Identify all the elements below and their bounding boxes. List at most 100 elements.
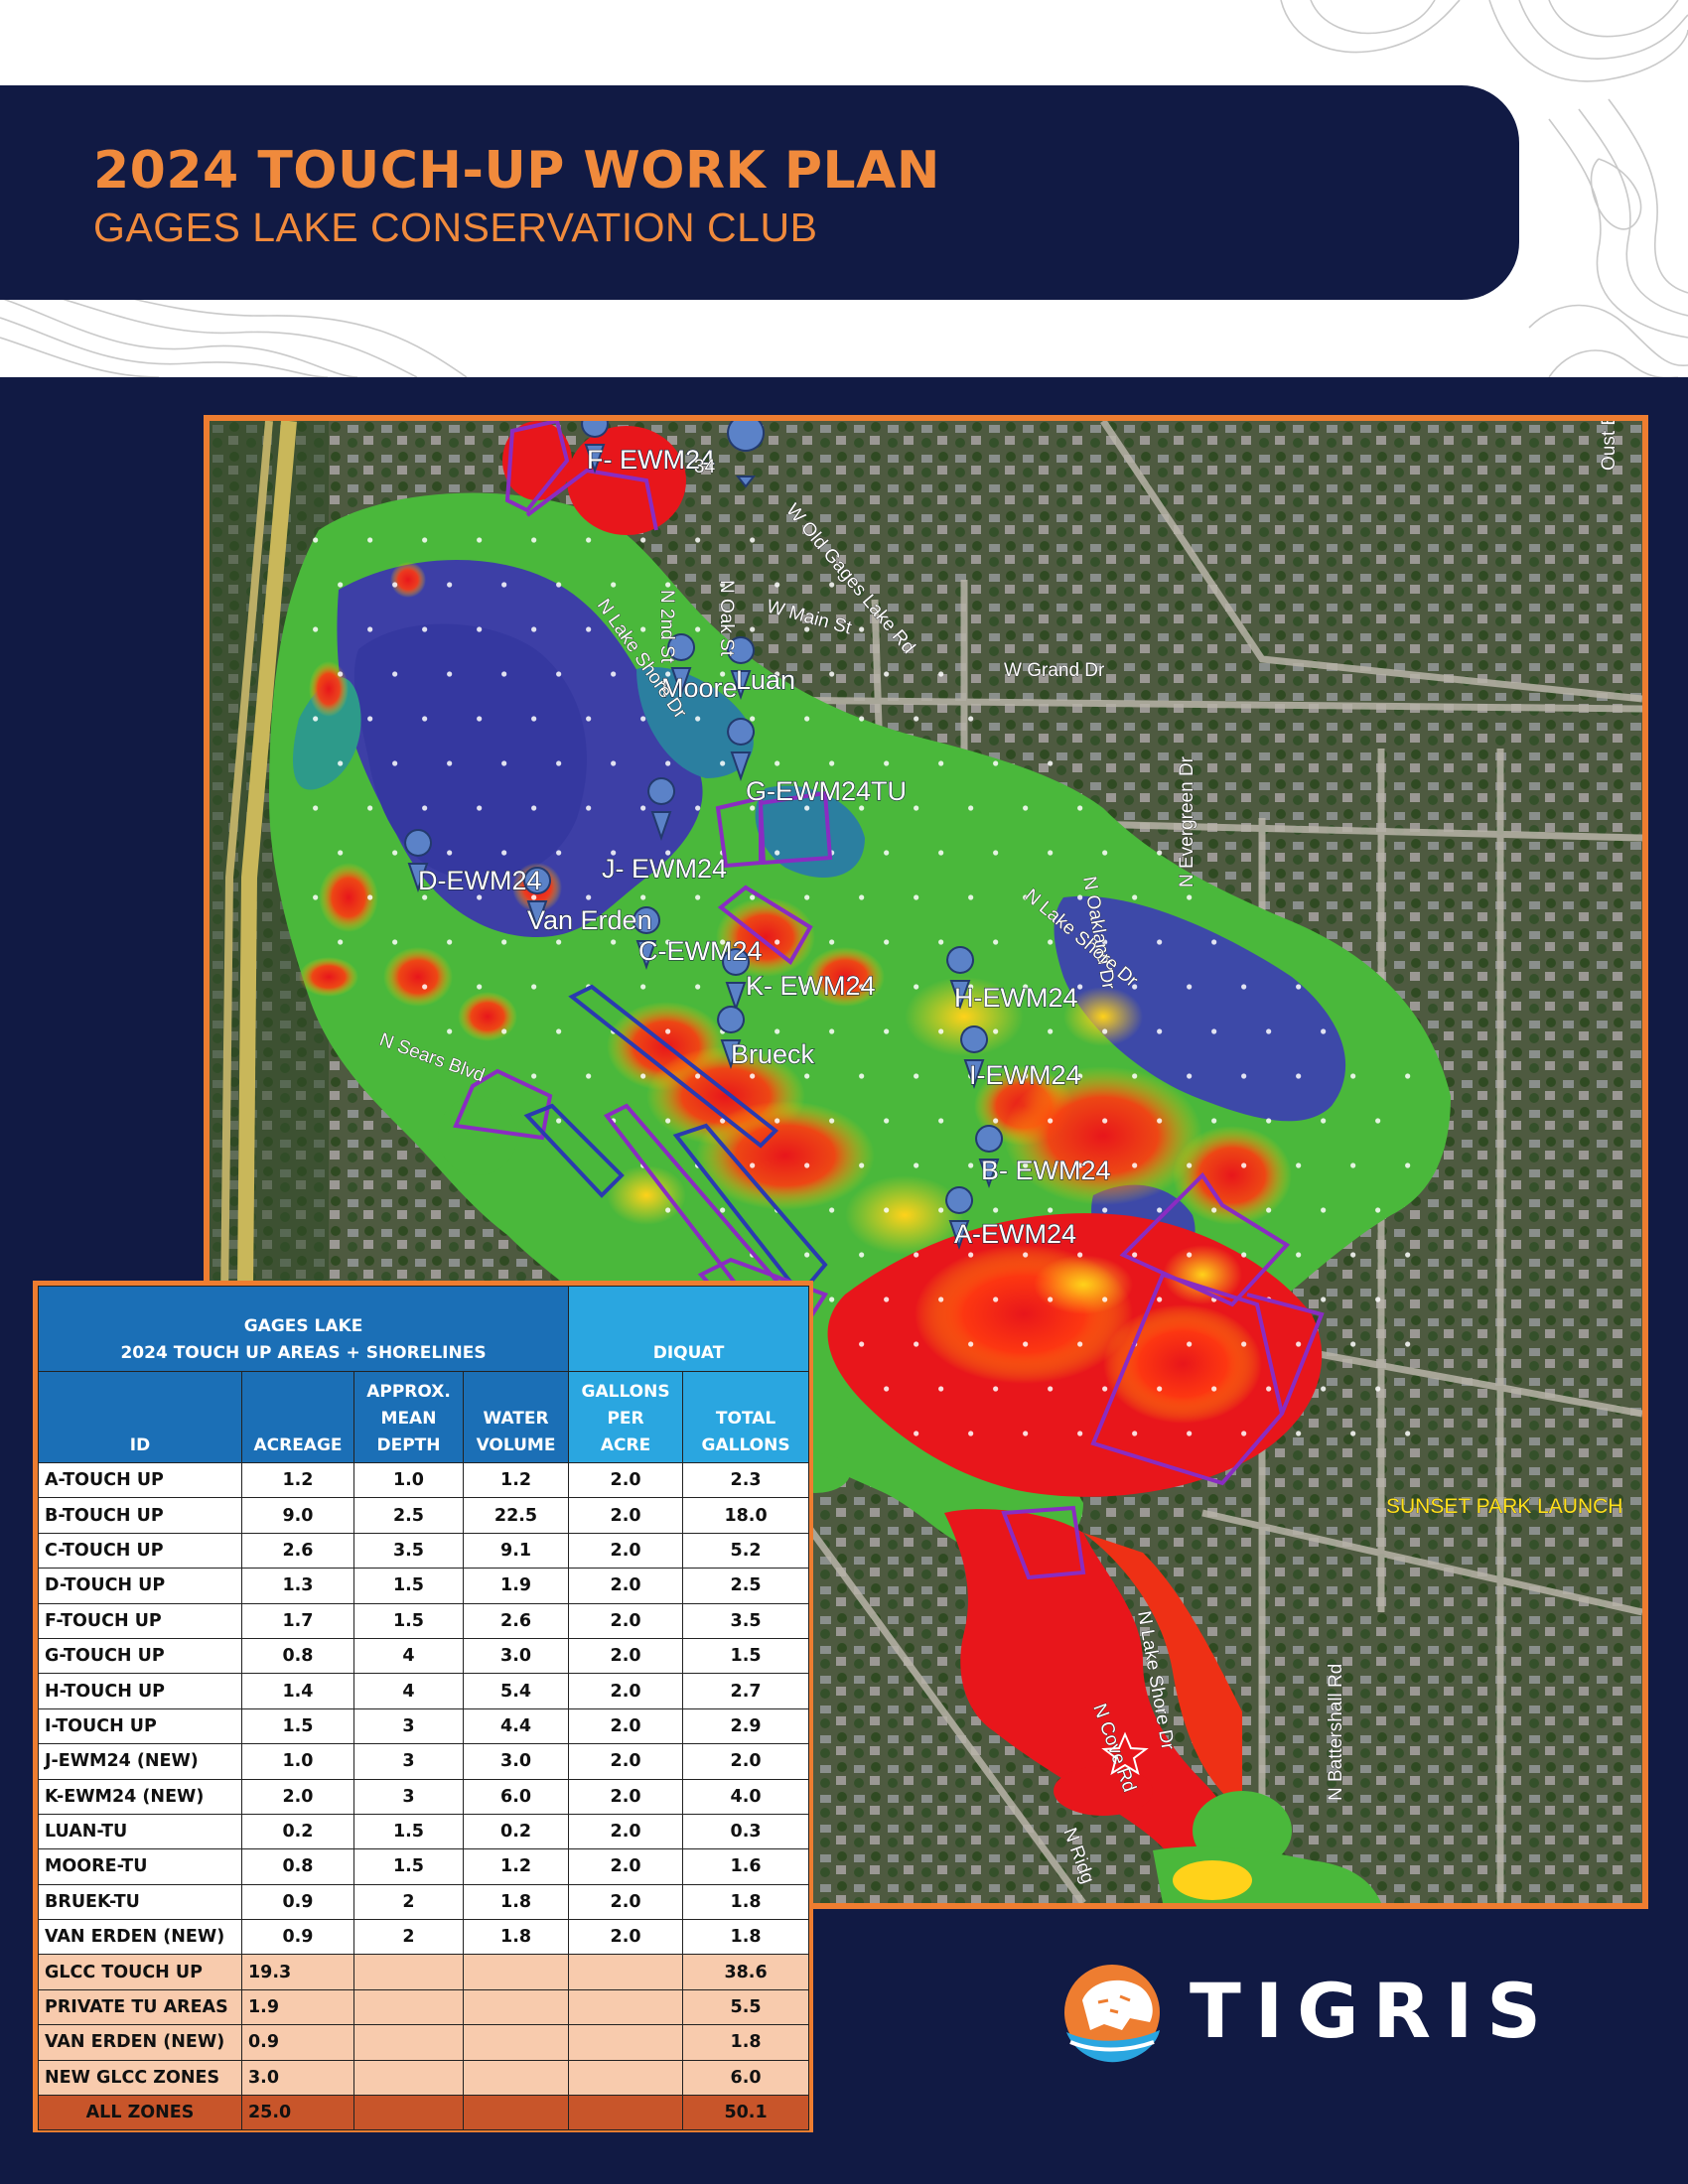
total-label: ALL ZONES: [38, 2095, 242, 2131]
row-id: I-TOUCH UP: [38, 1707, 242, 1745]
logo-wordmark: TIGRIS: [1190, 1967, 1556, 2055]
zone-label: C-EWM24: [638, 936, 763, 966]
row-value: 2.7: [682, 1673, 810, 1709]
row-id: LUAN-TU: [38, 1813, 242, 1850]
row-value: 2: [353, 1883, 464, 1921]
summary-value: [568, 1988, 684, 2026]
row-value: 1.5: [353, 1848, 464, 1885]
row-value: 1.5: [353, 1568, 464, 1604]
col-acreage: ACREAGE: [241, 1371, 354, 1463]
summary-value: [568, 1954, 684, 1990]
row-value: 1.5: [241, 1707, 354, 1745]
col-id: ID: [38, 1371, 242, 1463]
launch-label: SUNSET PARK LAUNCH: [1386, 1495, 1622, 1518]
zone-label: D-EWM24: [418, 866, 542, 895]
row-id: C-TOUCH UP: [38, 1532, 242, 1570]
row-id: F-TOUCH UP: [38, 1602, 242, 1639]
row-id: D-TOUCH UP: [38, 1568, 242, 1604]
title-banner: 2024 TOUCH-UP WORK PLAN GAGES LAKE CONSE…: [0, 85, 1519, 300]
row-value: 2.9: [682, 1707, 810, 1745]
row-value: 2: [353, 1919, 464, 1956]
col-total-gallons: TOTAL GALLONS: [682, 1371, 810, 1463]
page-subtitle: GAGES LAKE CONSERVATION CLUB: [93, 205, 818, 250]
row-value: 2.0: [568, 1637, 684, 1675]
summary-value: 3.0: [241, 2059, 354, 2097]
total-value: 50.1: [682, 2095, 810, 2131]
summary-row: NEW GLCC ZONES 3.0 6.0: [38, 2059, 810, 2097]
row-value: 3.0: [462, 1637, 570, 1675]
row-id: BRUEK-TU: [38, 1883, 242, 1921]
summary-value: 6.0: [682, 2059, 810, 2097]
row-value: 9.1: [462, 1532, 570, 1570]
street-label: 34: [694, 457, 716, 478]
col-gallons-per-acre: GALLONS PER ACRE: [568, 1371, 684, 1463]
row-value: 0.9: [241, 1883, 354, 1921]
street-label: N Oak St: [716, 580, 737, 657]
row-value: 4: [353, 1637, 464, 1675]
summary-row: VAN ERDEN (NEW) 0.9 1.8: [38, 2024, 810, 2061]
row-value: 3.5: [682, 1602, 810, 1639]
table-row: D-TOUCH UP 1.3 1.5 1.9 2.0 2.5: [38, 1568, 810, 1604]
zone-label: K- EWM24: [746, 971, 876, 1001]
street-label: N Evergreen Dr: [1177, 755, 1197, 887]
table-row: H-TOUCH UP 1.4 4 5.4 2.0 2.7: [38, 1673, 810, 1709]
row-value: 2.0: [568, 1778, 684, 1815]
summary-row: GLCC TOUCH UP 19.3 38.6: [38, 1954, 810, 1990]
row-value: 2.5: [682, 1568, 810, 1604]
row-value: 1.0: [241, 1743, 354, 1780]
row-id: A-TOUCH UP: [38, 1461, 242, 1499]
zone-label: Van Erden: [527, 905, 652, 935]
street-label: W Grand Dr: [1004, 660, 1105, 681]
summary-label: GLCC TOUCH UP: [38, 1954, 242, 1990]
row-value: 4: [353, 1673, 464, 1709]
zone-label: A-EWM24: [954, 1219, 1076, 1249]
row-value: 18.0: [682, 1497, 810, 1534]
row-value: 3: [353, 1778, 464, 1815]
zone-label: B- EWM24: [981, 1156, 1111, 1185]
treatment-table: GAGES LAKE 2024 TOUCH UP AREAS + SHORELI…: [37, 1286, 810, 2131]
row-value: 1.5: [353, 1602, 464, 1639]
col-depth: APPROX. MEAN DEPTH: [353, 1371, 464, 1463]
summary-value: [568, 2024, 684, 2061]
row-value: 2.0: [568, 1602, 684, 1639]
row-value: 2.0: [568, 1919, 684, 1956]
row-value: 2.0: [568, 1497, 684, 1534]
total-value: [568, 2095, 684, 2131]
table-row: VAN ERDEN (NEW) 0.9 2 1.8 2.0 1.8: [38, 1919, 810, 1956]
summary-value: [462, 1988, 570, 2026]
row-value: 1.2: [241, 1461, 354, 1499]
row-value: 2.3: [682, 1461, 810, 1499]
table-title: GAGES LAKE 2024 TOUCH UP AREAS + SHORELI…: [37, 1286, 570, 1372]
diquat-header: DIQUAT: [568, 1286, 810, 1372]
row-value: 1.2: [462, 1461, 570, 1499]
row-id: H-TOUCH UP: [38, 1673, 242, 1709]
summary-value: 19.3: [241, 1954, 354, 1990]
row-value: 1.8: [682, 1883, 810, 1921]
summary-value: 1.9: [241, 1988, 354, 2026]
row-value: 9.0: [241, 1497, 354, 1534]
table-row: C-TOUCH UP 2.6 3.5 9.1 2.0 5.2: [38, 1532, 810, 1570]
row-value: 1.6: [682, 1848, 810, 1885]
row-value: 5.4: [462, 1673, 570, 1709]
summary-value: [353, 1988, 464, 2026]
row-value: 4.4: [462, 1707, 570, 1745]
row-value: 2.0: [568, 1813, 684, 1850]
row-value: 3: [353, 1707, 464, 1745]
zone-label: I-EWM24: [969, 1060, 1081, 1090]
row-value: 2.0: [241, 1778, 354, 1815]
row-value: 0.8: [241, 1848, 354, 1885]
summary-value: 1.8: [682, 2024, 810, 2061]
summary-value: [353, 2024, 464, 2061]
table-row: LUAN-TU 0.2 1.5 0.2 2.0 0.3: [38, 1813, 810, 1850]
page-title: 2024 TOUCH-UP WORK PLAN: [93, 141, 940, 201]
total-value: [462, 2095, 570, 2131]
street-label: Oust Blvd F: [1599, 421, 1619, 471]
zone-label: H-EWM24: [954, 983, 1078, 1013]
row-value: 1.0: [353, 1461, 464, 1499]
street-label: N Battershall Rd: [1326, 1664, 1346, 1801]
row-id: J-EWM24 (NEW): [38, 1743, 242, 1780]
row-value: 1.5: [353, 1813, 464, 1850]
row-value: 1.4: [241, 1673, 354, 1709]
summary-label: PRIVATE TU AREAS: [38, 1988, 242, 2026]
row-value: 2.6: [241, 1532, 354, 1570]
